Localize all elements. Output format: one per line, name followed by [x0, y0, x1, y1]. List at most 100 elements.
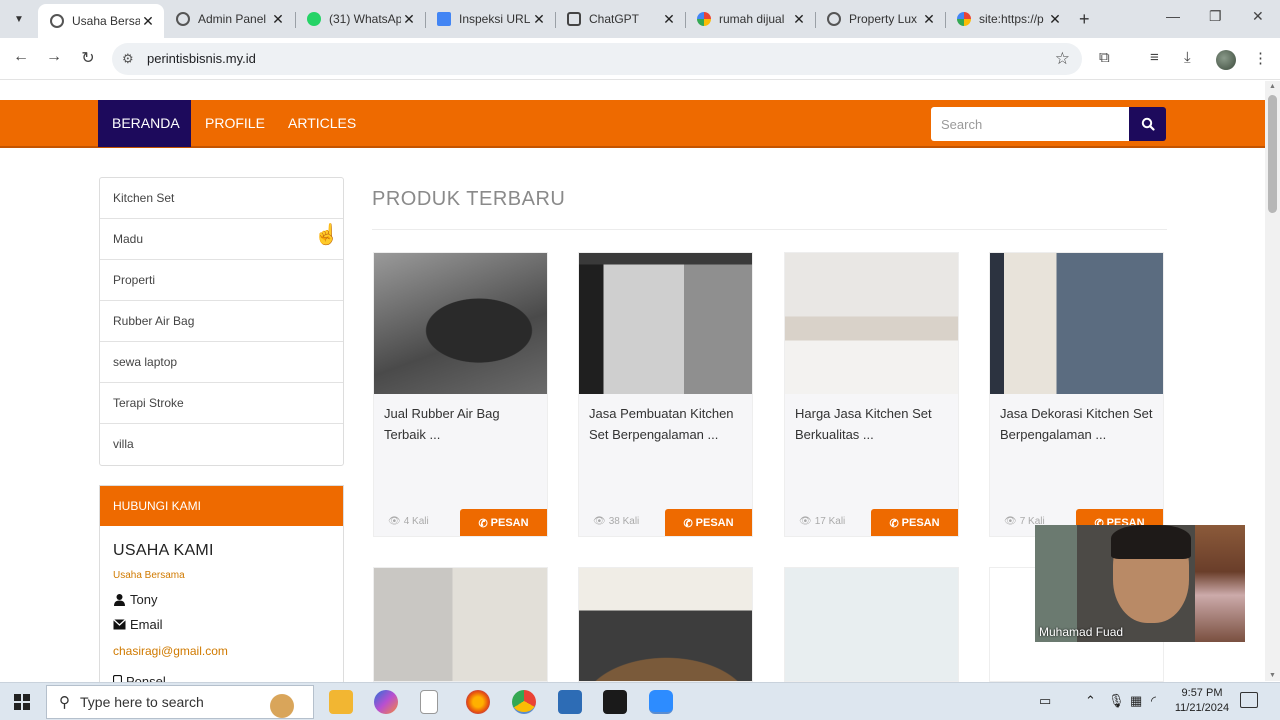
product-card[interactable] — [578, 567, 753, 682]
product-name[interactable]: Jual Rubber Air Bag Terbaik ... — [384, 403, 544, 445]
url-text[interactable]: perintisbisnis.my.id — [147, 51, 256, 66]
category-sewa-laptop[interactable]: sewa laptop — [100, 342, 343, 383]
contact-email[interactable]: chasiragi@gmail.com — [113, 644, 228, 658]
site-info-icon[interactable]: ⚙ — [122, 51, 134, 67]
nav-articles[interactable]: ARTICLES — [274, 100, 370, 147]
product-image[interactable] — [579, 568, 752, 681]
close-icon[interactable]: ✕ — [401, 11, 417, 28]
notepad-icon[interactable] — [420, 690, 438, 714]
tab-usaha-bersama[interactable]: Usaha Bersama ✕ — [38, 4, 164, 38]
nav-profile[interactable]: PROFILE — [191, 100, 279, 147]
tab-title: site:https://p — [979, 12, 1044, 26]
order-button-label: PESAN — [695, 517, 734, 529]
globe-icon — [50, 14, 64, 28]
product-image[interactable] — [990, 253, 1163, 394]
contact-email-label: Email — [113, 617, 163, 632]
product-card[interactable]: Jasa Dekorasi Kitchen Set Berpengalaman … — [989, 252, 1164, 537]
chevron-up-icon[interactable]: ⌃ — [1085, 693, 1096, 709]
nav-beranda[interactable]: BERANDA — [98, 100, 191, 147]
windows-start-icon[interactable] — [14, 694, 30, 710]
back-arrow-icon[interactable]: ← — [10, 48, 32, 66]
tab-chatgpt[interactable]: ChatGPT ✕ — [555, 4, 685, 34]
product-card[interactable] — [373, 567, 548, 682]
close-icon[interactable]: ✕ — [661, 11, 677, 28]
taskbar-search[interactable]: ⚲ Type here to search — [46, 685, 314, 719]
hand-cursor-icon: ☝ — [314, 224, 339, 246]
system-clock[interactable]: 9:57 PM 11/21/2024 — [1170, 686, 1234, 716]
forward-arrow-icon[interactable]: → — [43, 48, 65, 66]
product-image[interactable] — [579, 253, 752, 394]
category-terapi-stroke[interactable]: Terapi Stroke — [100, 383, 343, 424]
close-icon[interactable]: ✕ — [270, 11, 286, 28]
category-rubber-air-bag[interactable]: Rubber Air Bag — [100, 301, 343, 342]
close-icon[interactable]: ✕ — [531, 11, 547, 28]
minimize-icon[interactable]: — — [1166, 8, 1180, 24]
tab-search-chevron-icon[interactable]: ▼ — [8, 8, 30, 30]
close-icon[interactable]: ✕ — [791, 11, 807, 28]
app-installer-icon[interactable] — [558, 690, 582, 714]
scroll-thumb[interactable] — [1268, 95, 1277, 213]
tab-property-lux[interactable]: Property Lux ✕ — [815, 4, 945, 34]
product-name[interactable]: Jasa Pembuatan Kitchen Set Berpengalaman… — [589, 403, 749, 445]
contact-panel: HUBUNGI KAMI USAHA KAMI Usaha Bersama To… — [99, 485, 344, 690]
media-controls-icon[interactable]: ≡ — [1150, 49, 1159, 66]
extensions-puzzle-icon[interactable]: ⧉ — [1099, 49, 1110, 66]
search-button[interactable] — [1129, 107, 1166, 141]
product-image[interactable] — [374, 253, 547, 394]
category-kitchen-set[interactable]: Kitchen Set — [100, 178, 343, 219]
close-icon[interactable]: ✕ — [140, 13, 156, 30]
copilot-icon[interactable] — [374, 690, 398, 714]
tab-whatsapp[interactable]: (31) WhatsApp ✕ — [295, 4, 425, 34]
search-input[interactable] — [931, 107, 1129, 141]
close-icon[interactable]: ✕ — [921, 11, 937, 28]
category-properti[interactable]: Properti — [100, 260, 343, 301]
product-card[interactable] — [784, 567, 959, 682]
product-name[interactable]: Harga Jasa Kitchen Set Berkualitas ... — [795, 403, 955, 445]
microphone-icon[interactable]: 🎙 — [1108, 693, 1125, 709]
product-image[interactable] — [785, 253, 958, 394]
file-explorer-icon[interactable] — [329, 690, 353, 714]
scroll-up-icon[interactable]: ▲ — [1268, 83, 1277, 90]
restore-icon[interactable]: ❐ — [1209, 8, 1222, 25]
browser-menu-icon[interactable]: ⋮ — [1253, 49, 1268, 67]
window-close-icon[interactable]: ✕ — [1252, 8, 1264, 25]
video-call-overlay[interactable]: Muhamad Fuad — [1035, 525, 1245, 642]
network-icon[interactable]: ▦ — [1130, 693, 1142, 709]
notification-icon[interactable] — [1240, 692, 1258, 708]
new-tab-button[interactable]: + — [1079, 9, 1090, 30]
terminal-icon[interactable] — [603, 690, 627, 714]
tab-inspeksi-url[interactable]: Inspeksi URL ✕ — [425, 4, 555, 34]
order-button[interactable]: ✆ PESAN — [665, 509, 752, 536]
page-scrollbar[interactable]: ▲ ▼ — [1265, 81, 1280, 681]
scroll-down-icon[interactable]: ▼ — [1268, 672, 1277, 679]
product-image[interactable] — [374, 568, 547, 681]
zoom-icon[interactable] — [649, 690, 673, 714]
product-card[interactable]: Harga Jasa Kitchen Set Berkualitas ... 👁… — [784, 252, 959, 537]
wifi-icon[interactable]: ◜ — [1151, 693, 1156, 709]
bookmark-star-icon[interactable]: ☆ — [1055, 49, 1070, 69]
profile-avatar[interactable] — [1216, 50, 1236, 70]
firefox-icon[interactable] — [466, 690, 490, 714]
close-icon[interactable]: ✕ — [1047, 11, 1063, 28]
order-button[interactable]: ✆ PESAN — [871, 509, 958, 536]
product-name[interactable]: Jasa Dekorasi Kitchen Set Berpengalaman … — [1000, 403, 1160, 445]
chrome-icon[interactable] — [512, 690, 536, 714]
order-button[interactable]: ✆ PESAN — [460, 509, 547, 536]
tab-admin-panel[interactable]: Admin Panel ✕ — [164, 4, 294, 34]
address-bar[interactable]: ⚙ perintisbisnis.my.id ☆ — [112, 43, 1082, 75]
order-button-label: PESAN — [901, 517, 940, 529]
eye-icon: 👁 — [593, 516, 606, 527]
category-madu[interactable]: Madu — [100, 219, 343, 260]
tab-rumah-dijual[interactable]: rumah dijual ✕ — [685, 4, 815, 34]
tab-site-search[interactable]: site:https://p ✕ — [945, 4, 1071, 34]
reload-icon[interactable]: ↻ — [77, 48, 99, 68]
product-card[interactable]: Jasa Pembuatan Kitchen Set Berpengalaman… — [578, 252, 753, 537]
background-shelf — [1195, 525, 1245, 642]
category-villa[interactable]: villa — [100, 424, 343, 465]
tab-title: (31) WhatsApp — [329, 12, 401, 26]
email-label-text: Email — [130, 617, 163, 632]
download-icon[interactable]: ⤓ — [1184, 49, 1191, 66]
product-image[interactable] — [785, 568, 958, 681]
keyboard-icon[interactable]: ▭ — [1039, 693, 1051, 709]
product-card[interactable]: Jual Rubber Air Bag Terbaik ... 👁 4 Kali … — [373, 252, 548, 537]
